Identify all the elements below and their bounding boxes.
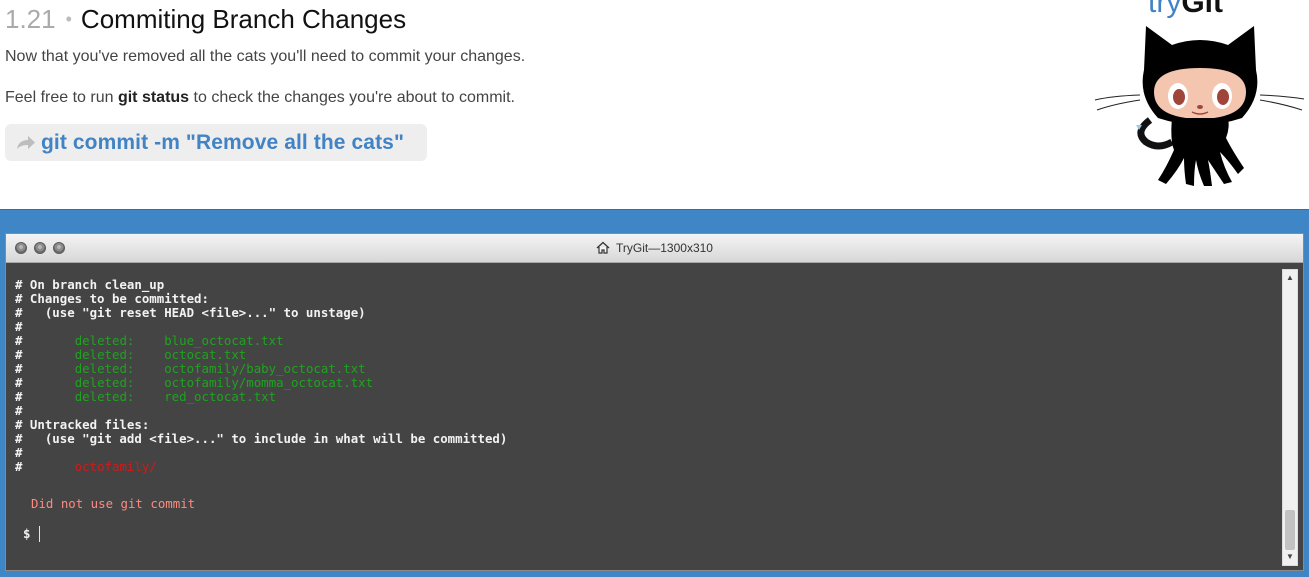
- chevron-up-icon[interactable]: ▲: [1283, 271, 1297, 285]
- untracked-file-text: octofamily/: [74, 459, 157, 474]
- paragraph-text-after: to check the changes you're about to com…: [189, 89, 515, 106]
- window-title: TryGit—1300x310: [6, 241, 1303, 255]
- staged-deletion-text: deleted: octofamily/baby_octocat.txt: [74, 361, 366, 376]
- terminal-line-text: #: [15, 319, 23, 334]
- terminal-line-text: # (use "git reset HEAD <file>..." to uns…: [15, 305, 366, 320]
- terminal-line-text: #: [15, 361, 75, 376]
- terminal-line-text: # Untracked files:: [15, 417, 150, 432]
- terminal-line-text: #: [15, 459, 75, 474]
- terminal-line-text: # (use "git add <file>..." to include in…: [15, 431, 508, 446]
- terminal-output: # On branch clean_up # Changes to be comm…: [15, 278, 1275, 474]
- lesson-separator: •: [65, 9, 72, 29]
- terminal-line: #: [15, 446, 1275, 460]
- terminal-line: # deleted: octofamily/momma_octocat.txt: [15, 376, 1275, 390]
- home-icon: [596, 241, 610, 254]
- terminal-frame: TryGit—1300x310 # On branch clean_up # Ch…: [0, 209, 1309, 577]
- terminal-line: # octofamily/: [15, 460, 1275, 474]
- lesson-heading: 1.21 • Commiting Branch Changes: [5, 4, 406, 37]
- run-command-button[interactable]: git commit -m "Remove all the cats": [5, 124, 427, 161]
- staged-deletion-text: deleted: octocat.txt: [74, 347, 247, 362]
- terminal-line: # deleted: octofamily/baby_octocat.txt: [15, 362, 1275, 376]
- paragraph-text-before: Feel free to run: [5, 89, 118, 106]
- terminal-window: TryGit—1300x310 # On branch clean_up # Ch…: [5, 233, 1304, 571]
- terminal-line-text: #: [15, 347, 75, 362]
- terminal-scrollbar[interactable]: ▲ ▼: [1282, 269, 1298, 566]
- git-status-command: git status: [117, 89, 190, 106]
- terminal-line-text: #: [15, 403, 23, 418]
- chevron-down-icon[interactable]: ▼: [1283, 550, 1297, 564]
- terminal-line: # On branch clean_up: [15, 278, 1275, 292]
- terminal-line-text: # Changes to be committed:: [15, 291, 209, 306]
- lesson-paragraph-2: Feel free to run git status to check the…: [5, 89, 515, 107]
- share-arrow-icon: [17, 135, 35, 149]
- terminal-line: # deleted: red_octocat.txt: [15, 390, 1275, 404]
- terminal-line-text: #: [15, 375, 75, 390]
- window-title-text: TryGit—1300x310: [616, 241, 713, 255]
- terminal-prompt: $: [23, 526, 31, 541]
- terminal-line-text: #: [15, 333, 75, 348]
- terminal-line: # deleted: octocat.txt: [15, 348, 1275, 362]
- terminal-input-caret[interactable]: [39, 526, 40, 542]
- octocat-icon: [1094, 26, 1305, 186]
- logo-wordmark: tryGit: [1148, 0, 1223, 20]
- terminal-line: #: [15, 320, 1275, 334]
- terminal-line: # Untracked files:: [15, 418, 1275, 432]
- terminal-line: # (use "git reset HEAD <file>..." to uns…: [15, 306, 1275, 320]
- scrollbar-thumb[interactable]: [1285, 510, 1295, 550]
- error-message: Did not use git commit: [31, 496, 196, 511]
- terminal-line-text: # On branch clean_up: [15, 277, 165, 292]
- terminal-line: # (use "git add <file>..." to include in…: [15, 432, 1275, 446]
- staged-deletion-text: deleted: red_octocat.txt: [74, 389, 277, 404]
- terminal-line: # deleted: blue_octocat.txt: [15, 334, 1275, 348]
- terminal-line-text: #: [15, 389, 75, 404]
- terminal-line: # Changes to be committed:: [15, 292, 1275, 306]
- window-titlebar: TryGit—1300x310: [6, 234, 1303, 263]
- staged-deletion-text: deleted: octofamily/momma_octocat.txt: [74, 375, 374, 390]
- terminal-line-text: #: [15, 445, 23, 460]
- lesson-paragraph-1: Now that you've removed all the cats you…: [5, 48, 526, 65]
- staged-deletion-text: deleted: blue_octocat.txt: [74, 333, 284, 348]
- trygit-logo: tryGit: [1092, 0, 1306, 190]
- lesson-number: 1.21: [5, 4, 56, 34]
- lesson-title: Commiting Branch Changes: [80, 4, 407, 34]
- logo-git: Git: [1181, 0, 1223, 19]
- command-text: git commit -m "Remove all the cats": [41, 130, 405, 154]
- logo-try: try: [1148, 0, 1182, 19]
- terminal-line: #: [15, 404, 1275, 418]
